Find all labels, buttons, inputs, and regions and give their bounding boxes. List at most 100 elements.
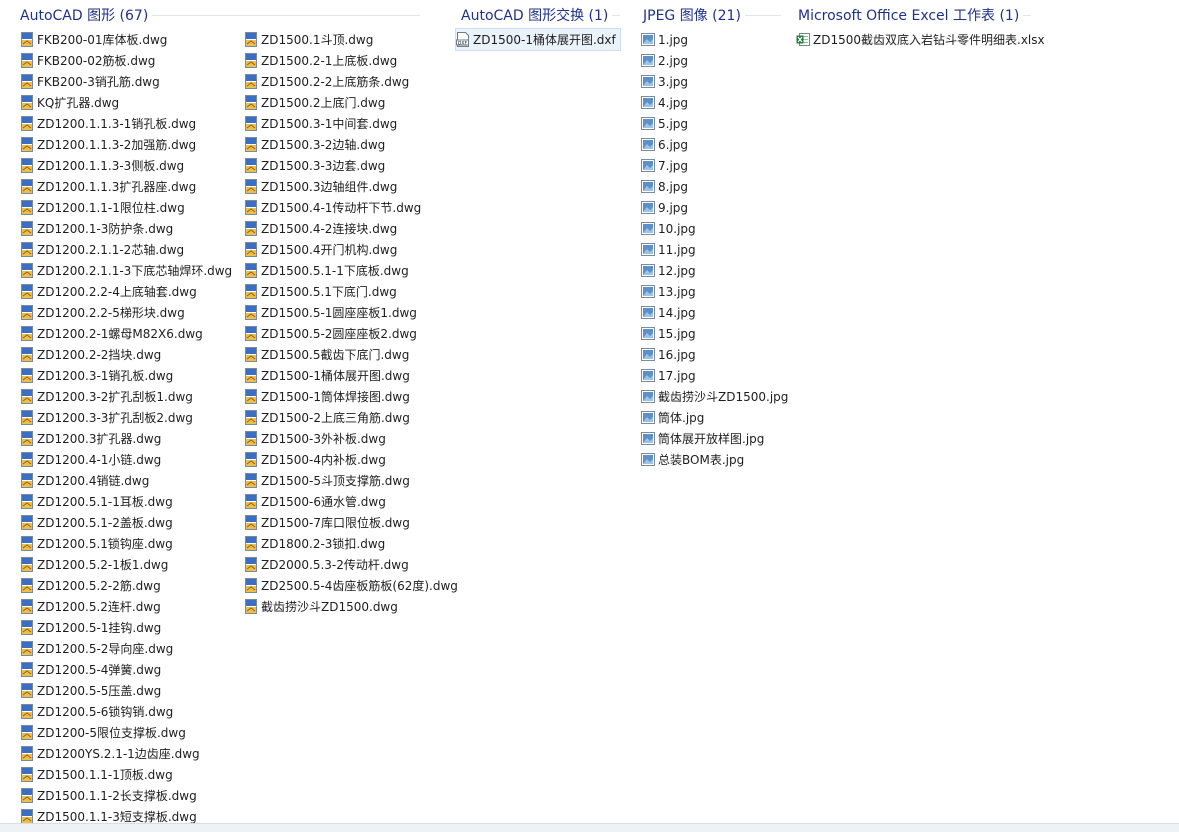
file-item[interactable]: ZD1500-3外补板.dwg — [244, 428, 458, 449]
file-item[interactable]: ZD1200.5.1锁钩座.dwg — [20, 533, 232, 554]
file-item[interactable]: 2.jpg — [641, 50, 788, 71]
file-item[interactable]: ZD1200YS.2.1-1边齿座.dwg — [20, 743, 232, 764]
file-item[interactable]: 17.jpg — [641, 365, 788, 386]
file-item[interactable]: 11.jpg — [641, 239, 788, 260]
file-item[interactable]: 8.jpg — [641, 176, 788, 197]
file-item[interactable]: ZD1500.5-1圆座座板1.dwg — [244, 302, 458, 323]
file-item[interactable]: 14.jpg — [641, 302, 788, 323]
file-item[interactable]: FKB200-3销孔筋.dwg — [20, 71, 232, 92]
file-item[interactable]: ZD1200.1-3防护条.dwg — [20, 218, 232, 239]
file-item[interactable]: 7.jpg — [641, 155, 788, 176]
dwg-file-icon — [244, 515, 258, 530]
file-item[interactable]: ZD1200.3-3扩孔刮板2.dwg — [20, 407, 232, 428]
file-name: 10.jpg — [658, 221, 696, 236]
file-item[interactable]: ZD1200.2-1螺母M82X6.dwg — [20, 323, 232, 344]
file-item[interactable]: ZD1200.5-1挂钩.dwg — [20, 617, 232, 638]
file-item[interactable]: DXF ZD1500-1桶体展开图.dxf — [455, 28, 621, 51]
file-item[interactable]: ZD1200.5.2连杆.dwg — [20, 596, 232, 617]
file-item[interactable]: ZD1500.2上底门.dwg — [244, 92, 458, 113]
file-item[interactable]: ZD1200.2.1.1-3下底芯轴焊环.dwg — [20, 260, 232, 281]
file-item[interactable]: ZD1200.5.2-1板1.dwg — [20, 554, 232, 575]
file-item[interactable]: ZD1200.1.1.3扩孔器座.dwg — [20, 176, 232, 197]
file-item[interactable]: ZD1500-1筒体焊接图.dwg — [244, 386, 458, 407]
file-item[interactable]: 3.jpg — [641, 71, 788, 92]
file-item[interactable]: FKB200-01库体板.dwg — [20, 29, 232, 50]
file-item[interactable]: 6.jpg — [641, 134, 788, 155]
file-item[interactable]: ZD1500.1斗顶.dwg — [244, 29, 458, 50]
file-item[interactable]: KQ扩孔器.dwg — [20, 92, 232, 113]
file-item[interactable]: ZD1200.5.1-2盖板.dwg — [20, 512, 232, 533]
file-item[interactable]: ZD1200.4-1小链.dwg — [20, 449, 232, 470]
file-item[interactable]: ZD1500截齿双底入岩钻斗零件明细表.xlsx — [796, 29, 1045, 50]
file-item[interactable]: ZD1200.4销链.dwg — [20, 470, 232, 491]
file-item[interactable]: ZD1500.3-2边轴.dwg — [244, 134, 458, 155]
file-item[interactable]: ZD1200.2-2挡块.dwg — [20, 344, 232, 365]
file-item[interactable]: ZD2000.5.3-2传动杆.dwg — [244, 554, 458, 575]
file-item[interactable]: ZD1200.5.1-1耳板.dwg — [20, 491, 232, 512]
file-item[interactable]: 16.jpg — [641, 344, 788, 365]
file-item[interactable]: ZD1200.1.1-1限位柱.dwg — [20, 197, 232, 218]
file-name: KQ扩孔器.dwg — [37, 96, 120, 110]
file-item[interactable]: 筒体展开放样图.jpg — [641, 428, 788, 449]
file-item[interactable]: ZD1500-7库口限位板.dwg — [244, 512, 458, 533]
file-item[interactable]: FKB200-02筋板.dwg — [20, 50, 232, 71]
horizontal-scrollbar[interactable] — [0, 823, 1179, 832]
file-item[interactable]: ZD1200.5-6锁钩销.dwg — [20, 701, 232, 722]
file-item[interactable]: ZD1500-1桶体展开图.dwg — [244, 365, 458, 386]
group-header[interactable]: JPEG 图像 (21) — [643, 5, 781, 25]
file-item[interactable]: ZD1500-4内补板.dwg — [244, 449, 458, 470]
file-item[interactable]: ZD1500.4开门机构.dwg — [244, 239, 458, 260]
file-item[interactable]: ZD1500-5斗顶支撑筋.dwg — [244, 470, 458, 491]
file-item[interactable]: ZD1500.3-1中间套.dwg — [244, 113, 458, 134]
file-item[interactable]: ZD2500.5-4齿座板筋板(62度).dwg — [244, 575, 458, 596]
file-item[interactable]: ZD1500.5截齿下底门.dwg — [244, 344, 458, 365]
file-item[interactable]: 截齿捞沙斗ZD1500.dwg — [244, 596, 458, 617]
file-item[interactable]: ZD1200.3-2扩孔刮板1.dwg — [20, 386, 232, 407]
file-item[interactable]: ZD1500.5.1下底门.dwg — [244, 281, 458, 302]
file-item[interactable]: 截齿捞沙斗ZD1500.jpg — [641, 386, 788, 407]
file-item[interactable]: ZD1200-5限位支撑板.dwg — [20, 722, 232, 743]
file-item[interactable]: 筒体.jpg — [641, 407, 788, 428]
file-item[interactable]: 1.jpg — [641, 29, 788, 50]
file-item[interactable]: ZD1500.2-1上底板.dwg — [244, 50, 458, 71]
file-item[interactable]: ZD1500.1.1-2长支撑板.dwg — [20, 785, 232, 806]
file-item[interactable]: ZD1500-2上底三角筋.dwg — [244, 407, 458, 428]
group-header[interactable]: Microsoft Office Excel 工作表 (1) — [798, 5, 1032, 25]
file-item[interactable]: ZD1200.1.1.3-3侧板.dwg — [20, 155, 232, 176]
file-item[interactable]: ZD1500.1.1-1顶板.dwg — [20, 764, 232, 785]
file-item[interactable]: ZD1200.2.2-4上底轴套.dwg — [20, 281, 232, 302]
file-item[interactable]: 9.jpg — [641, 197, 788, 218]
group-header[interactable]: AutoCAD 图形交换 (1) — [461, 5, 621, 25]
file-item[interactable]: ZD1200.3扩孔器.dwg — [20, 428, 232, 449]
file-item[interactable]: 12.jpg — [641, 260, 788, 281]
file-item[interactable]: ZD1200.2.1.1-2芯轴.dwg — [20, 239, 232, 260]
file-item[interactable]: ZD1500.4-1传动杆下节.dwg — [244, 197, 458, 218]
file-item[interactable]: 10.jpg — [641, 218, 788, 239]
file-item[interactable]: 4.jpg — [641, 92, 788, 113]
file-item[interactable]: ZD1800.2-3锁扣.dwg — [244, 533, 458, 554]
file-item[interactable]: ZD1500.2-2上底筋条.dwg — [244, 71, 458, 92]
file-name: ZD1200.3扩孔器.dwg — [37, 432, 162, 446]
file-item[interactable]: ZD1200.5.2-2筋.dwg — [20, 575, 232, 596]
file-item[interactable]: 13.jpg — [641, 281, 788, 302]
file-item[interactable]: ZD1200.5-2导向座.dwg — [20, 638, 232, 659]
file-item[interactable]: ZD1500.4-2连接块.dwg — [244, 218, 458, 239]
file-item[interactable]: 5.jpg — [641, 113, 788, 134]
file-item[interactable]: ZD1200.2.2-5梯形块.dwg — [20, 302, 232, 323]
file-item[interactable]: 总装BOM表.jpg — [641, 449, 788, 470]
file-item[interactable]: ZD1200.5-5压盖.dwg — [20, 680, 232, 701]
dwg-file-icon — [244, 452, 258, 467]
file-item[interactable]: ZD1200.5-4弹簧.dwg — [20, 659, 232, 680]
dwg-file-icon — [20, 746, 34, 761]
file-item[interactable]: ZD1500.5-2圆座座板2.dwg — [244, 323, 458, 344]
file-item[interactable]: ZD1500.5.1-1下底板.dwg — [244, 260, 458, 281]
file-item[interactable]: ZD1200.3-1销孔板.dwg — [20, 365, 232, 386]
file-name: FKB200-3销孔筋.dwg — [37, 75, 160, 89]
file-item[interactable]: ZD1200.1.1.3-2加强筋.dwg — [20, 134, 232, 155]
file-item[interactable]: ZD1500.3边轴组件.dwg — [244, 176, 458, 197]
group-header[interactable]: AutoCAD 图形 (67) — [20, 5, 421, 25]
file-item[interactable]: ZD1500-6通水管.dwg — [244, 491, 458, 512]
file-item[interactable]: ZD1500.3-3边套.dwg — [244, 155, 458, 176]
file-item[interactable]: 15.jpg — [641, 323, 788, 344]
file-item[interactable]: ZD1200.1.1.3-1销孔板.dwg — [20, 113, 232, 134]
